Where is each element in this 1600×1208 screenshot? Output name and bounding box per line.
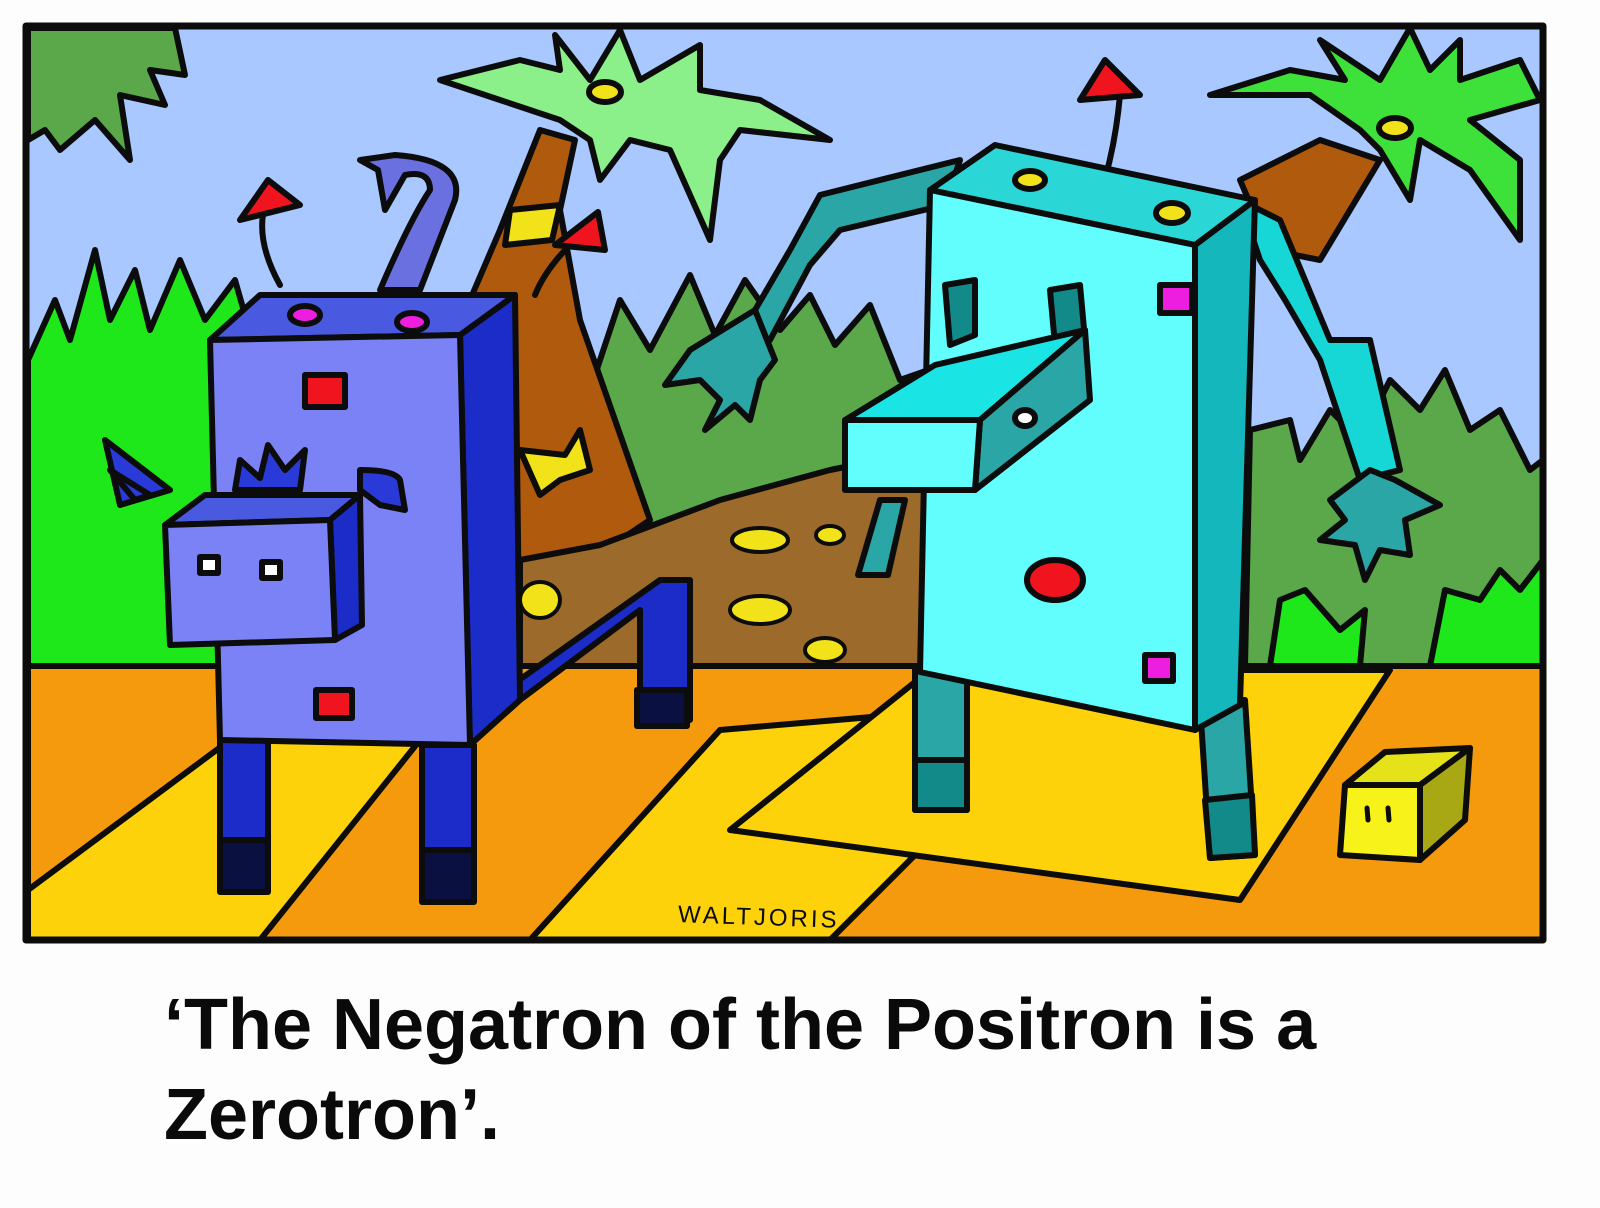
artist-signature: WALTJORIS (677, 901, 840, 934)
yellow-cube-face (1337, 782, 1423, 863)
blue-robot-head (162, 517, 338, 648)
cartoon-illustration: WALTJORIS (22, 22, 1547, 944)
cyan-robot-head (842, 417, 983, 493)
coconut-middle (586, 79, 624, 105)
trunk-band-yellow (502, 202, 563, 248)
cartoon-caption: ‘The Negatron of the Positron is a Zerot… (164, 985, 1317, 1155)
coconut-right (1376, 115, 1414, 141)
cartoon-panel: WALTJORIS (0, 0, 1600, 985)
